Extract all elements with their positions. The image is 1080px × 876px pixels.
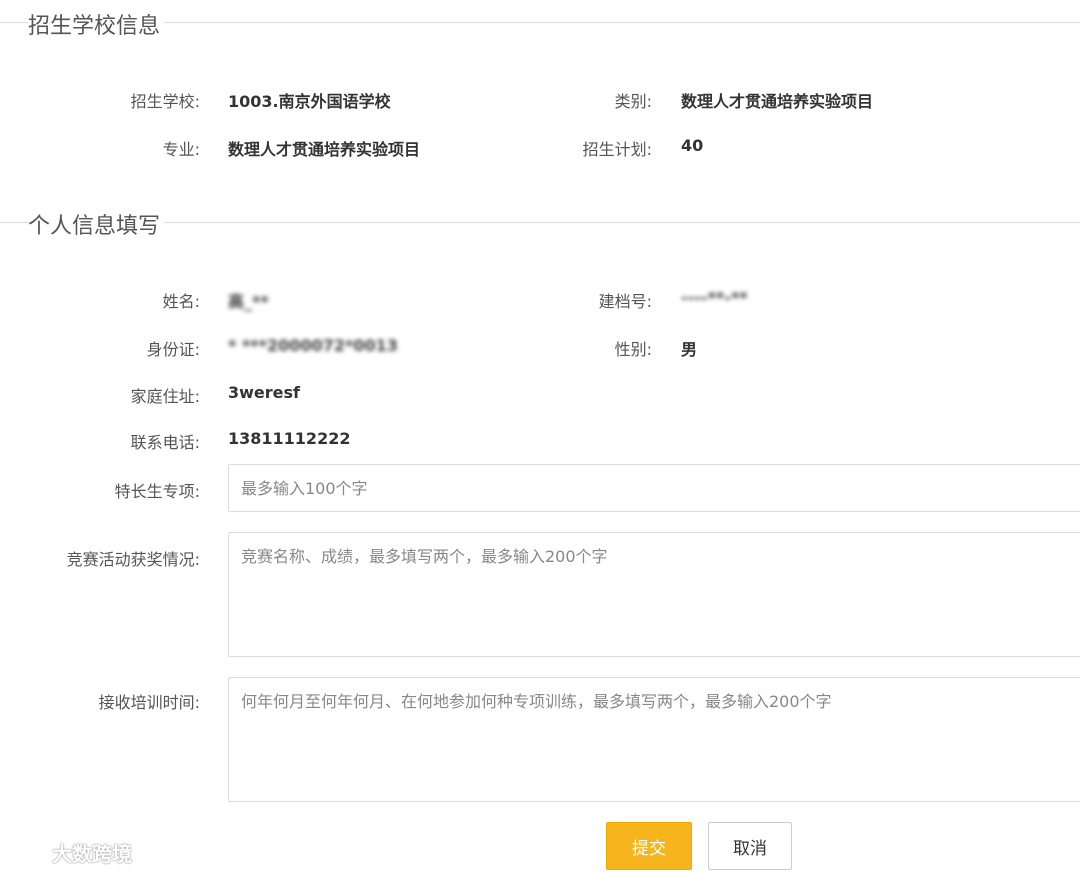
school-label: 招生学校: [130, 92, 200, 111]
file-number-label: 建档号: [598, 292, 652, 311]
category-label: 类别: [614, 92, 652, 111]
specialty-label: 特长生专项: [114, 482, 200, 501]
id-card-label: 身份证: [146, 340, 200, 359]
cancel-button[interactable]: 取消 [708, 822, 792, 870]
training-label: 接收培训时间: [98, 693, 200, 712]
plan-value: 40 [681, 136, 704, 155]
name-label: 姓名: [162, 292, 200, 311]
category-value: 数理人才贯通培养实验项目 [681, 92, 874, 111]
gender-label: 性别: [614, 340, 652, 359]
id-card-value: * ***2000072*0013 [228, 336, 398, 355]
major-label: 专业: [162, 140, 200, 159]
personal-section-title: 个人信息填写 [28, 208, 165, 240]
watermark: 大数跨境 [8, 838, 132, 867]
training-textarea[interactable] [228, 677, 1080, 802]
watermark-text: 大数跨境 [52, 842, 132, 866]
specialty-input[interactable] [228, 464, 1080, 512]
competition-textarea[interactable] [228, 532, 1080, 657]
gender-value: 男 [681, 340, 698, 359]
plan-label: 招生计划: [582, 140, 652, 159]
logo-icon [8, 841, 46, 863]
file-number-value: ----**-** [681, 288, 748, 307]
name-value: 高_** [228, 292, 269, 311]
competition-label: 竞赛活动获奖情况: [66, 550, 200, 569]
school-section-title: 招生学校信息 [28, 8, 165, 40]
phone-value: 13811112222 [228, 429, 351, 448]
address-value: 3weresf [228, 383, 300, 402]
phone-label: 联系电话: [130, 433, 200, 452]
school-value: 1003.南京外国语学校 [228, 92, 391, 111]
major-value: 数理人才贯通培养实验项目 [228, 140, 421, 159]
submit-button[interactable]: 提交 [606, 822, 692, 870]
address-label: 家庭住址: [130, 387, 200, 406]
